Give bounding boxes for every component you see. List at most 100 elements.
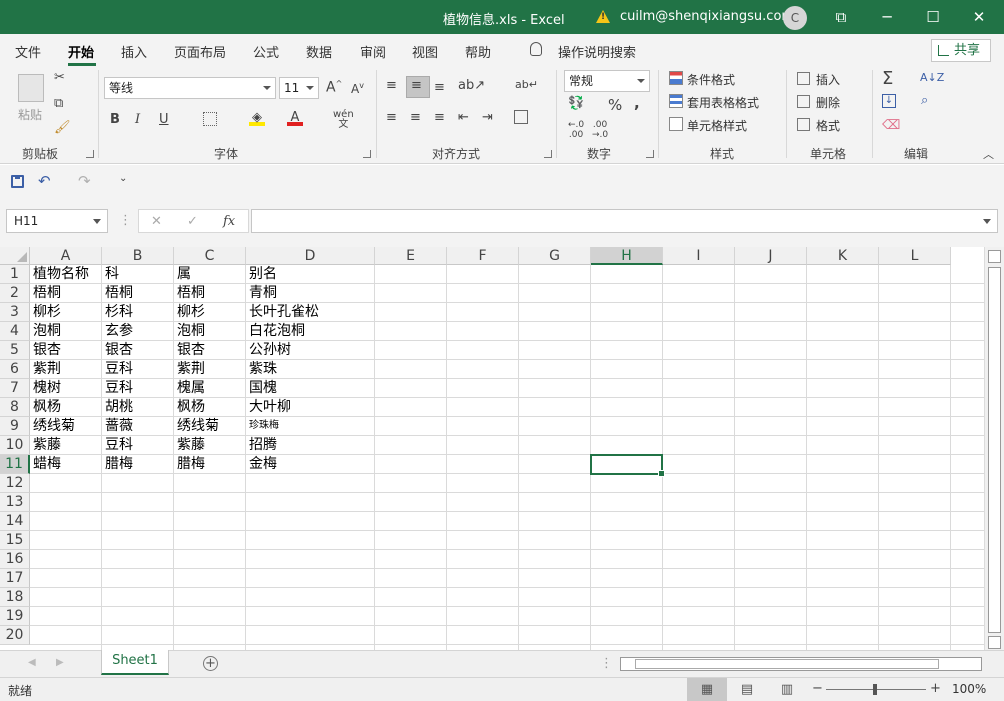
vertical-scroll-thumb[interactable]	[988, 267, 1001, 633]
decrease-indent-icon[interactable]: ⇤	[458, 110, 469, 125]
find-select-icon[interactable]: ⌕	[921, 93, 928, 108]
collapse-ribbon-icon[interactable]: ︿	[983, 146, 994, 162]
select-all-corner[interactable]	[0, 247, 30, 265]
tab-formulas[interactable]: 公式	[253, 42, 279, 61]
autosum-button[interactable]: Σ	[882, 68, 893, 89]
cell-b7[interactable]: 豆科	[102, 379, 174, 398]
align-bottom-icon[interactable]: ≡	[434, 80, 445, 95]
cell-a9[interactable]: 绣线菊	[30, 417, 102, 436]
column-header-h[interactable]: H	[591, 247, 663, 265]
customize-qat-icon[interactable]: ⌄	[119, 173, 127, 184]
undo-icon[interactable]: ↶	[38, 172, 51, 190]
cell-d4[interactable]: 白花泡桐	[246, 322, 375, 341]
cell-a3[interactable]: 柳杉	[30, 303, 102, 322]
cell-c11[interactable]: 腊梅	[174, 455, 246, 474]
column-header-a[interactable]: A	[30, 247, 102, 265]
sort-filter-icon[interactable]: A↓Z	[920, 71, 944, 84]
alignment-launcher-icon[interactable]	[544, 150, 552, 158]
column-header-b[interactable]: B	[102, 247, 174, 265]
increase-font-icon[interactable]: A^	[326, 79, 342, 96]
minimize-button[interactable]: ─	[864, 0, 910, 34]
add-sheet-button[interactable]: +	[203, 656, 218, 671]
format-painter-icon[interactable]: 🖌	[54, 120, 71, 135]
row-header-13[interactable]: 13	[0, 493, 30, 512]
zoom-out-icon[interactable]: −	[812, 681, 823, 696]
cell-styles-button[interactable]: 单元格样式	[687, 117, 747, 134]
format-as-table-icon[interactable]	[669, 94, 683, 108]
page-break-view-icon[interactable]: ▥	[767, 678, 807, 701]
column-header-k[interactable]: K	[807, 247, 879, 265]
column-header-d[interactable]: D	[246, 247, 375, 265]
zoom-slider-knob[interactable]	[873, 684, 877, 695]
number-format-select[interactable]: 常规	[564, 70, 650, 92]
tab-insert[interactable]: 插入	[121, 42, 147, 61]
row-header-3[interactable]: 3	[0, 303, 30, 322]
next-sheet-icon[interactable]: ▶	[56, 657, 64, 668]
row-header-9[interactable]: 9	[0, 417, 30, 436]
cell-a1[interactable]: 植物名称	[30, 265, 102, 284]
cell-d9[interactable]: 珍珠梅	[246, 417, 375, 436]
row-header-5[interactable]: 5	[0, 341, 30, 360]
clear-icon[interactable]: ⌫	[882, 118, 900, 133]
cell-b8[interactable]: 胡桃	[102, 398, 174, 417]
user-account[interactable]: cuilm@shenqixiangsu.com	[620, 9, 794, 24]
tab-review[interactable]: 审阅	[360, 42, 386, 61]
cell-b3[interactable]: 杉科	[102, 303, 174, 322]
cell-b6[interactable]: 豆科	[102, 360, 174, 379]
cell-c10[interactable]: 紫藤	[174, 436, 246, 455]
italic-button[interactable]: I	[135, 112, 140, 127]
insert-cells-icon[interactable]	[797, 72, 810, 85]
cell-c2[interactable]: 梧桐	[174, 284, 246, 303]
avatar[interactable]: C	[783, 6, 807, 30]
maximize-button[interactable]: ☐	[910, 0, 956, 34]
align-top-icon[interactable]: ≡	[386, 78, 397, 93]
cut-icon[interactable]: ✂	[54, 70, 65, 85]
selected-cell-highlight[interactable]	[590, 454, 665, 477]
row-header-4[interactable]: 4	[0, 322, 30, 341]
cell-a10[interactable]: 紫藤	[30, 436, 102, 455]
save-icon[interactable]	[11, 175, 24, 188]
zoom-in-icon[interactable]: +	[930, 681, 941, 696]
page-layout-view-icon[interactable]: ▤	[727, 678, 767, 701]
cell-c4[interactable]: 泡桐	[174, 322, 246, 341]
row-header-6[interactable]: 6	[0, 360, 30, 379]
orientation-icon[interactable]: ab↗	[458, 78, 485, 93]
cell-b2[interactable]: 梧桐	[102, 284, 174, 303]
tab-splitter-icon[interactable]: ⋮	[600, 656, 613, 671]
insert-cells-button[interactable]: 插入	[816, 71, 840, 88]
cell-a4[interactable]: 泡桐	[30, 322, 102, 341]
clipboard-launcher-icon[interactable]	[86, 150, 94, 158]
row-header-11[interactable]: 11	[0, 455, 30, 474]
row-header-1[interactable]: 1	[0, 265, 30, 284]
ribbon-display-options-icon[interactable]: ⧉	[818, 0, 864, 34]
column-header-c[interactable]: C	[174, 247, 246, 265]
number-launcher-icon[interactable]	[646, 150, 654, 158]
tab-view[interactable]: 视图	[412, 42, 438, 61]
wrap-text-icon[interactable]: ab↵	[515, 78, 538, 91]
fill-icon[interactable]: ↓	[882, 94, 896, 108]
cell-c9[interactable]: 绣线菊	[174, 417, 246, 436]
cell-d10[interactable]: 招腾	[246, 436, 375, 455]
cell-b10[interactable]: 豆科	[102, 436, 174, 455]
format-cells-button[interactable]: 格式	[816, 117, 840, 134]
name-box[interactable]: H11	[6, 209, 108, 233]
phonetic-guide-icon[interactable]: wén 文	[333, 110, 354, 130]
cell-a5[interactable]: 银杏	[30, 341, 102, 360]
format-as-table-button[interactable]: 套用表格格式	[687, 94, 759, 111]
paste-icon[interactable]	[18, 74, 44, 102]
redo-icon[interactable]: ↷	[78, 172, 91, 190]
copy-icon[interactable]: ⧉	[54, 96, 63, 111]
sheet-tab-sheet1[interactable]: Sheet1	[101, 650, 169, 675]
format-cells-icon[interactable]	[797, 118, 810, 131]
cell-d3[interactable]: 长叶孔雀松	[246, 303, 375, 322]
row-header-10[interactable]: 10	[0, 436, 30, 455]
row-header-18[interactable]: 18	[0, 588, 30, 607]
cell-d5[interactable]: 公孙树	[246, 341, 375, 360]
horizontal-scroll-thumb[interactable]	[635, 659, 939, 669]
cell-d8[interactable]: 大叶柳	[246, 398, 375, 417]
tab-data[interactable]: 数据	[306, 42, 332, 61]
cell-c8[interactable]: 枫杨	[174, 398, 246, 417]
cell-b11[interactable]: 腊梅	[102, 455, 174, 474]
scroll-up-icon[interactable]	[988, 250, 1001, 263]
paste-button[interactable]: 粘贴	[18, 106, 42, 123]
